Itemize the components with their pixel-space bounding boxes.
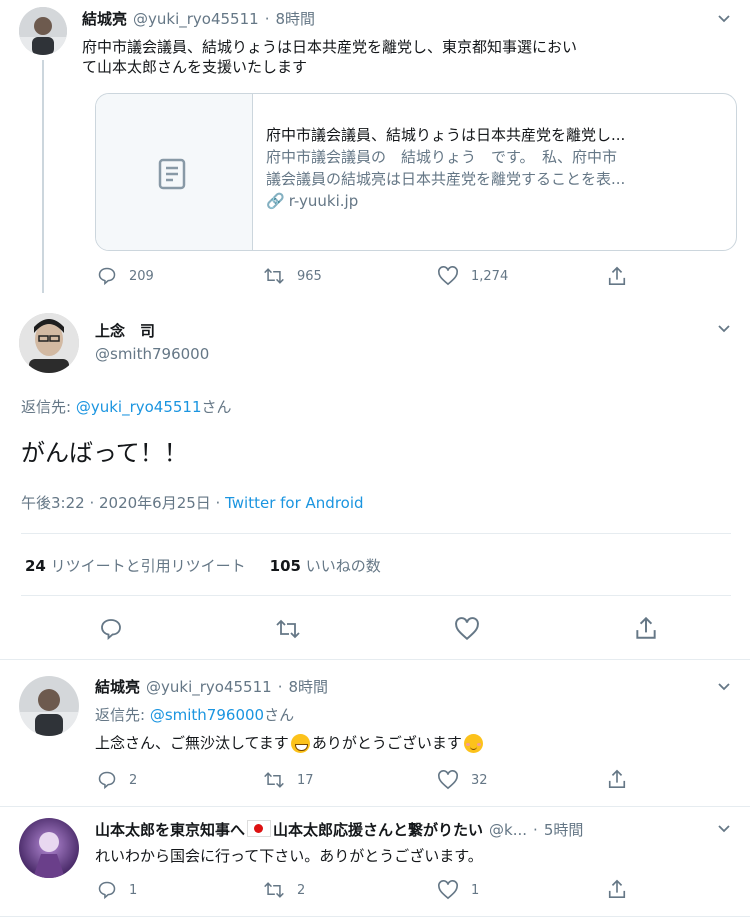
avatar-image bbox=[19, 818, 79, 878]
avatar[interactable] bbox=[19, 676, 79, 736]
avatar[interactable] bbox=[19, 313, 79, 373]
share-button[interactable] bbox=[607, 265, 639, 287]
share-icon bbox=[608, 769, 626, 788]
tweet-text: 上念さん、ご無沙汰してます ありがとうございます bbox=[95, 733, 483, 753]
tweet-text: 府中市議会議員、結城りょうは日本共産党を離党し、東京都知事選におい て山本太郎さ… bbox=[82, 38, 578, 76]
author-name[interactable]: 結城亮 bbox=[95, 676, 140, 697]
tweet-text: れいわから国会に行って下さい。ありがとうございます。 bbox=[95, 847, 483, 865]
timestamp[interactable]: 午後3:22 · 2020年6月25日 · bbox=[21, 494, 225, 512]
document-icon bbox=[158, 158, 186, 190]
caret-down-icon[interactable] bbox=[716, 820, 732, 840]
like-button[interactable]: 1 bbox=[437, 880, 479, 900]
author-name[interactable]: 結城亮 bbox=[82, 8, 127, 29]
avatar-image bbox=[19, 676, 79, 736]
author-name[interactable]: 山本太郎を東京知事へ 山本太郎応援さんと繋がりたい bbox=[95, 819, 483, 840]
share-button[interactable] bbox=[607, 878, 639, 900]
separator-dot: · bbox=[264, 10, 270, 28]
reply-to-handle[interactable]: @smith796000 bbox=[150, 706, 264, 724]
avatar[interactable] bbox=[19, 7, 67, 55]
share-icon bbox=[608, 879, 626, 898]
separator-dot: · bbox=[533, 821, 538, 839]
tweet-text: がんばって！！ bbox=[21, 439, 188, 467]
timestamp[interactable]: 8時間 bbox=[275, 8, 315, 29]
tweet-header: 結城亮 @yuki_ryo45511 · 8時間 bbox=[95, 676, 328, 697]
caret-down-icon[interactable] bbox=[716, 320, 732, 340]
reply-to-line: 返信先: @smith796000さん bbox=[95, 706, 295, 724]
retweet-icon bbox=[276, 619, 300, 639]
smiling-blush-emoji-icon bbox=[463, 733, 483, 753]
author-name[interactable]: 上念 司 bbox=[95, 320, 209, 341]
source-link[interactable]: Twitter for Android bbox=[225, 494, 363, 512]
card-domain: 🔗 r-yuuki.jp bbox=[266, 192, 359, 210]
retweet-button[interactable]: 17 bbox=[263, 770, 314, 790]
like-stats[interactable]: 105 いいねの数 bbox=[270, 556, 381, 576]
caret-down-icon[interactable] bbox=[716, 678, 732, 698]
engagement-stats: 24 リツイートと引用リツイート 105 いいねの数 bbox=[25, 556, 381, 576]
retweet-button[interactable]: 2 bbox=[263, 880, 305, 900]
timestamp[interactable]: 8時間 bbox=[288, 676, 328, 697]
reply-icon bbox=[98, 881, 116, 900]
like-button[interactable]: 32 bbox=[437, 770, 488, 790]
tweet-header: 結城亮 @yuki_ryo45511 · 8時間 bbox=[82, 8, 315, 29]
share-button[interactable] bbox=[634, 615, 670, 641]
retweet-icon bbox=[264, 268, 284, 284]
retweet-icon bbox=[264, 772, 284, 788]
reply-icon bbox=[98, 771, 116, 790]
avatar-image bbox=[19, 7, 67, 55]
tweet-meta: 午後3:22 · 2020年6月25日 · Twitter for Androi… bbox=[21, 493, 364, 513]
card-description: 府中市議会議員の 結城りょう です。 私、府中市 議会議員の結城亮は日本共産党を… bbox=[266, 148, 626, 188]
avatar-image bbox=[19, 313, 79, 373]
avatar[interactable] bbox=[19, 818, 79, 878]
card-thumbnail bbox=[96, 94, 253, 250]
retweet-stats[interactable]: 24 リツイートと引用リツイート bbox=[25, 556, 246, 576]
like-button[interactable]: 1,274 bbox=[437, 266, 508, 286]
tweet-header: 山本太郎を東京知事へ 山本太郎応援さんと繋がりたい @k... · 5時間 bbox=[95, 819, 583, 840]
retweet-button[interactable]: 965 bbox=[263, 266, 322, 286]
heart-icon bbox=[438, 770, 458, 790]
grinning-emoji-icon bbox=[290, 733, 310, 753]
reply-to-handle[interactable]: @yuki_ryo45511 bbox=[76, 398, 202, 416]
share-icon bbox=[636, 616, 656, 639]
share-button[interactable] bbox=[607, 768, 639, 790]
heart-icon bbox=[438, 266, 458, 286]
reply-to-line: 返信先: @yuki_ryo45511さん bbox=[21, 398, 232, 416]
reply-button[interactable]: 1 bbox=[97, 880, 137, 900]
heart-icon bbox=[438, 880, 458, 900]
link-card[interactable]: 府中市議会議員、結城りょうは日本共産党を離党し... 府中市議会議員の 結城りょ… bbox=[95, 93, 737, 251]
reply-button[interactable]: 209 bbox=[97, 266, 154, 286]
reply-button[interactable] bbox=[99, 617, 135, 641]
reply-icon bbox=[98, 267, 116, 286]
link-icon: 🔗 bbox=[266, 192, 285, 210]
heart-icon bbox=[455, 617, 479, 641]
reply-button[interactable]: 2 bbox=[97, 770, 137, 790]
like-button[interactable] bbox=[454, 617, 492, 641]
thread-line bbox=[42, 60, 44, 293]
japan-flag-icon bbox=[247, 820, 272, 837]
retweet-icon bbox=[264, 882, 284, 898]
author-handle[interactable]: @yuki_ryo45511 bbox=[133, 10, 259, 28]
author-handle[interactable]: @yuki_ryo45511 bbox=[146, 678, 272, 696]
author-handle[interactable]: @k... bbox=[489, 821, 527, 839]
reply-icon bbox=[101, 619, 121, 640]
timestamp[interactable]: 5時間 bbox=[544, 819, 584, 840]
author-block: 上念 司 @smith796000 bbox=[95, 320, 209, 363]
share-icon bbox=[608, 266, 626, 285]
retweet-button[interactable] bbox=[275, 617, 313, 641]
separator-dot: · bbox=[277, 678, 283, 696]
author-handle[interactable]: @smith796000 bbox=[95, 345, 209, 363]
card-title: 府中市議会議員、結城りょうは日本共産党を離党し... bbox=[266, 126, 626, 144]
caret-down-icon[interactable] bbox=[716, 10, 732, 30]
